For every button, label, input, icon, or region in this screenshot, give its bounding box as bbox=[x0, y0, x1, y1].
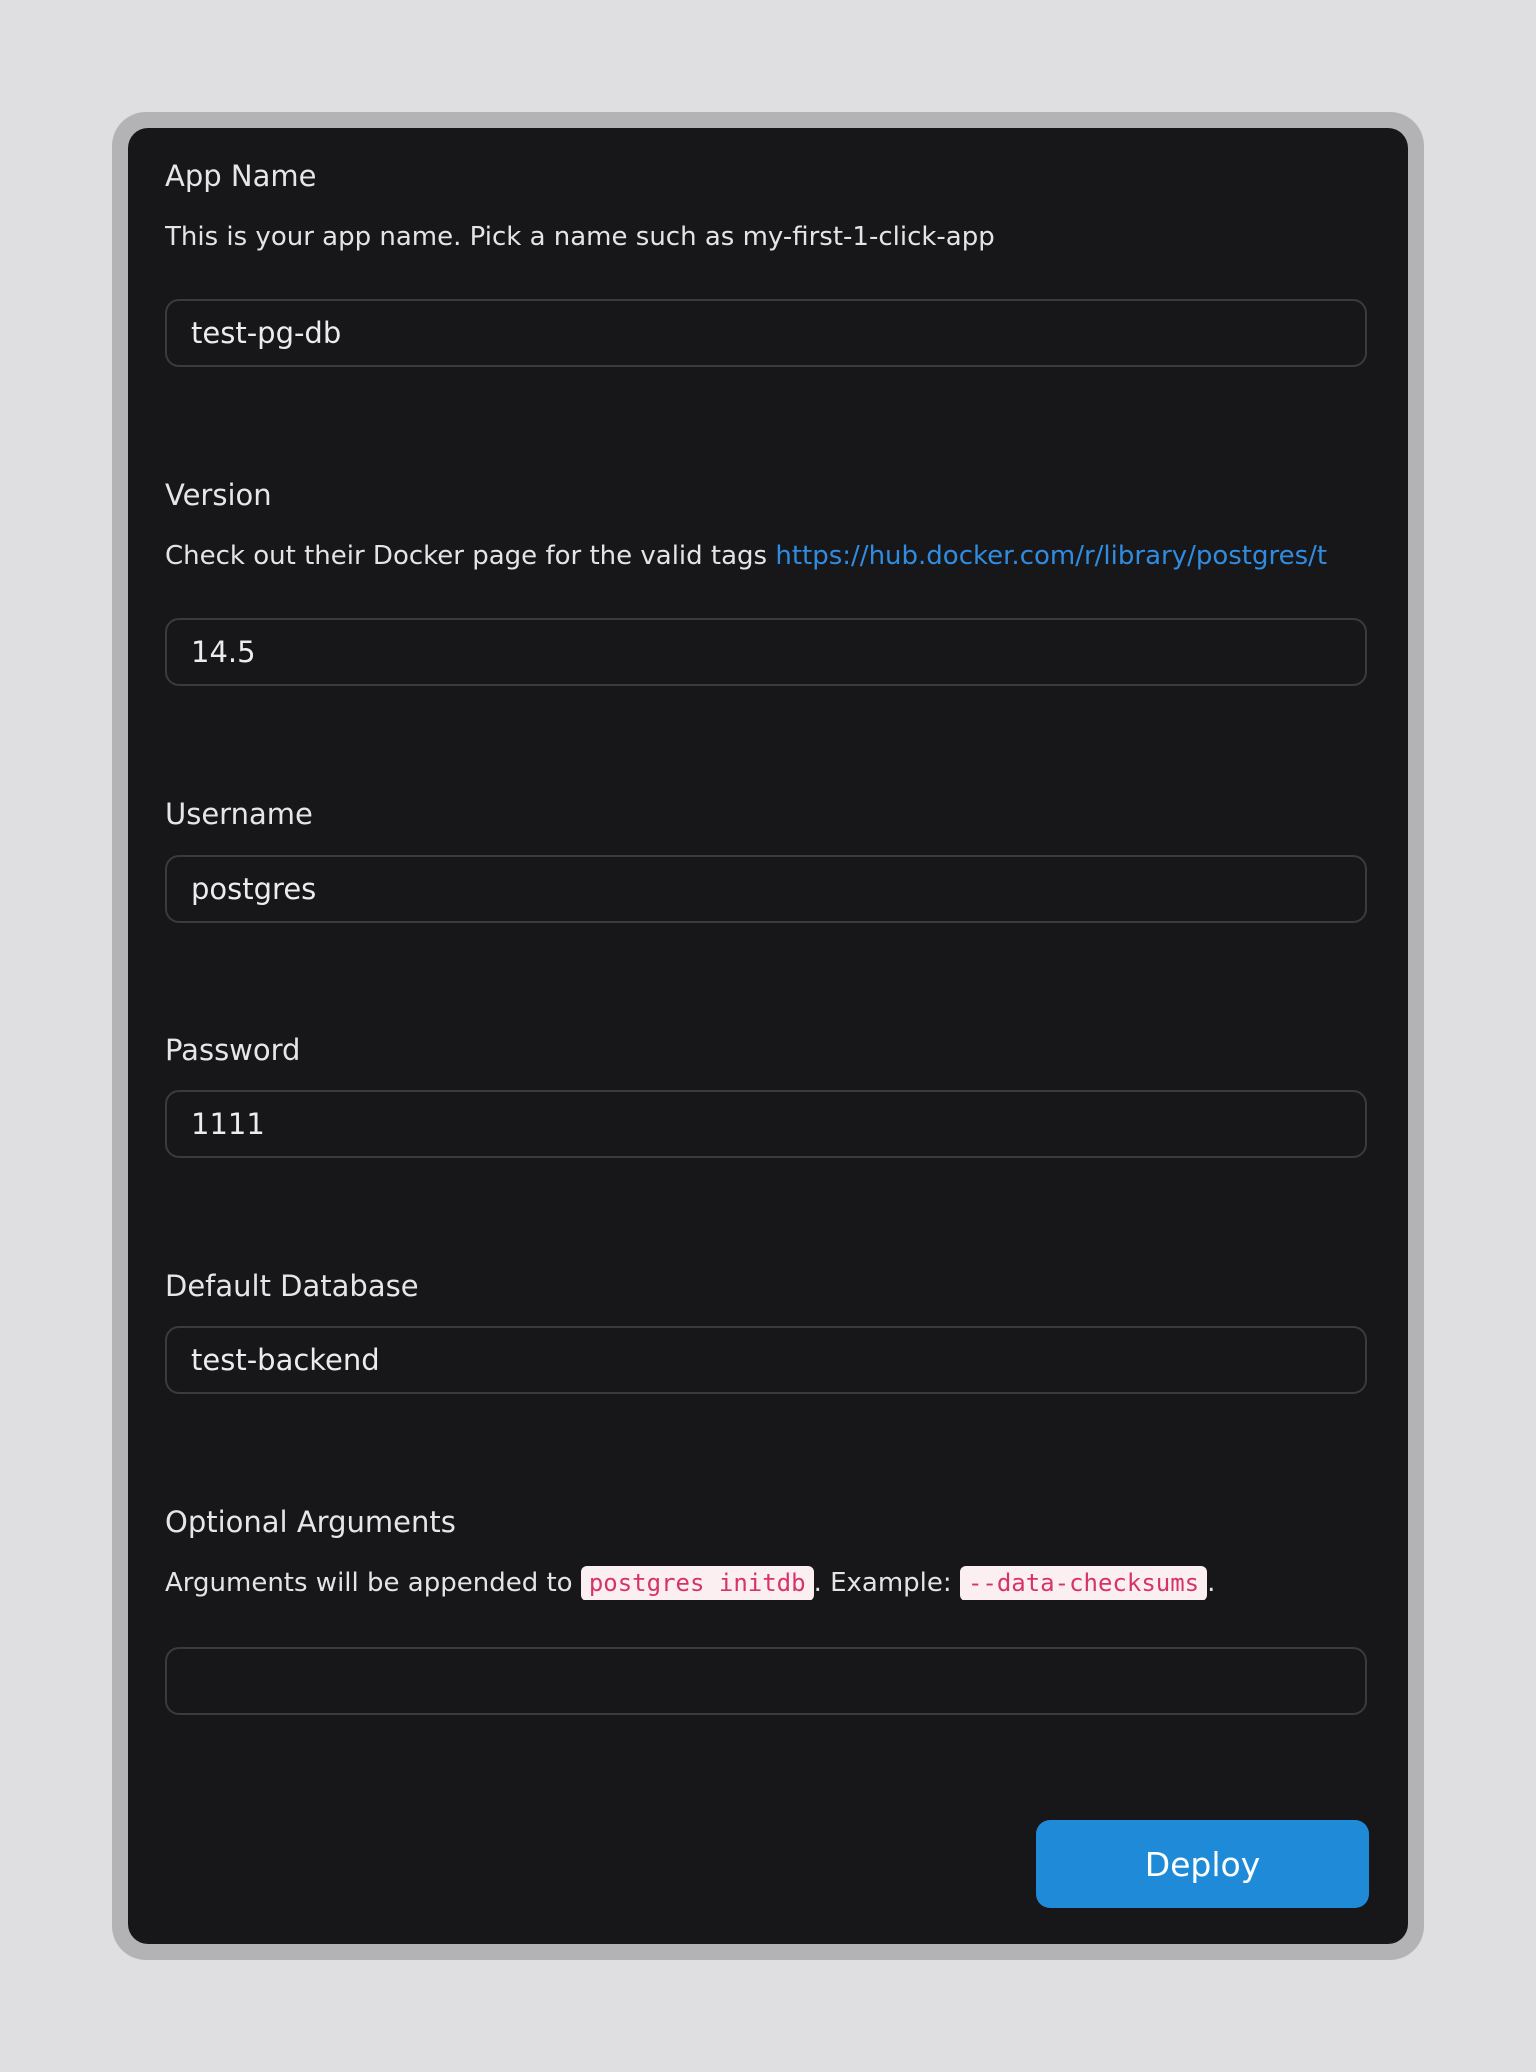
version-description-text: Check out their Docker page for the vali… bbox=[165, 541, 768, 571]
optional-arguments-label: Optional Arguments bbox=[165, 1505, 456, 1539]
example-argument-code: --data-checksums bbox=[959, 1566, 1208, 1600]
app-name-description: This is your app name. Pick a name such … bbox=[165, 222, 995, 252]
version-label: Version bbox=[165, 478, 272, 512]
deploy-form-panel: App Name This is your app name. Pick a n… bbox=[128, 128, 1408, 1944]
password-label: Password bbox=[165, 1033, 301, 1067]
optional-arguments-input[interactable] bbox=[165, 1647, 1367, 1715]
docker-tags-link[interactable]: https://hub.docker.com/r/library/postgre… bbox=[775, 541, 1327, 571]
optional-arguments-desc-middle: . Example: bbox=[813, 1568, 952, 1598]
version-input[interactable] bbox=[165, 618, 1367, 686]
username-label: Username bbox=[165, 797, 313, 831]
default-database-label: Default Database bbox=[165, 1269, 419, 1303]
optional-arguments-description: Arguments will be appended to postgres i… bbox=[165, 1566, 1372, 1600]
username-input[interactable] bbox=[165, 855, 1367, 923]
optional-arguments-desc-prefix: Arguments will be appended to bbox=[165, 1568, 573, 1598]
password-input[interactable] bbox=[165, 1090, 1367, 1158]
optional-arguments-desc-suffix: . bbox=[1207, 1568, 1216, 1598]
initdb-command-code: postgres initdb bbox=[580, 1566, 814, 1600]
deploy-button[interactable]: Deploy bbox=[1036, 1820, 1369, 1908]
app-name-label: App Name bbox=[165, 159, 317, 193]
version-description: Check out their Docker page for the vali… bbox=[165, 539, 1372, 573]
app-name-input[interactable] bbox=[165, 299, 1367, 367]
default-database-input[interactable] bbox=[165, 1326, 1367, 1394]
